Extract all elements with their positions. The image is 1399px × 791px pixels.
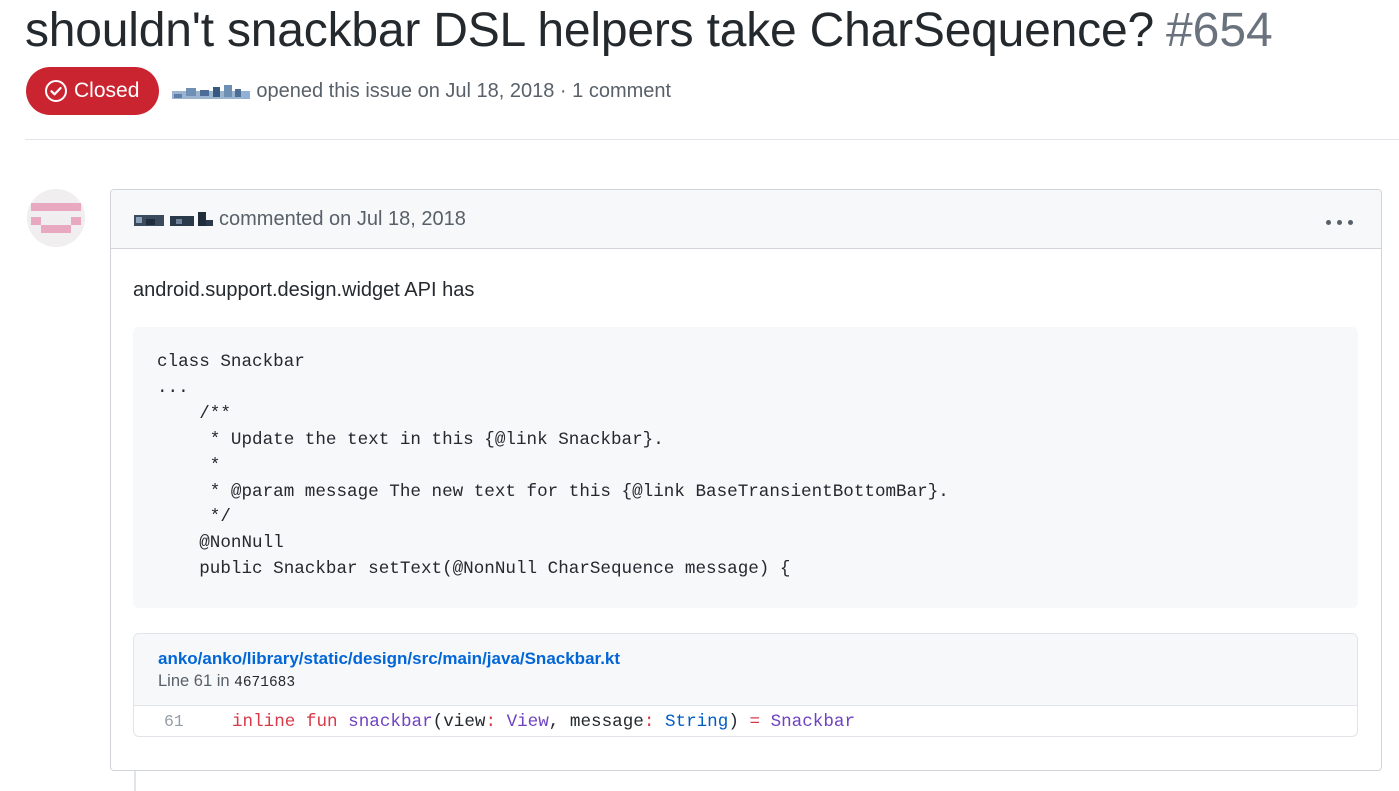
permalink-file-link[interactable]: anko/anko/library/static/design/src/main… (158, 648, 620, 670)
state-label: Closed (74, 79, 140, 102)
issue-number: #654 (1165, 4, 1273, 57)
code-line-content: inline fun snackbar(view: View, message:… (232, 711, 856, 732)
header-divider (25, 139, 1399, 140)
permalink-header: anko/anko/library/static/design/src/main… (134, 634, 1357, 706)
issue-title-row: shouldn't snackbar DSL helpers take Char… (25, 2, 1273, 60)
kebab-horizontal-icon (1326, 220, 1331, 225)
code-block: class Snackbar ... /** * Update the text… (133, 327, 1358, 608)
issue-meta-text: opened this issue on Jul 18, 2018 · 1 co… (256, 79, 672, 102)
commenter-username-redacted[interactable] (134, 212, 213, 226)
comment-body: android.support.design.widget API has cl… (133, 278, 1358, 737)
issue-meta: Closed opened this issue on Jul 18, 2018… (26, 67, 671, 115)
avatar[interactable] (27, 189, 85, 247)
comment-header: commented on Jul 18, 2018 (111, 190, 1381, 249)
permalink-code-line: 61 inline fun snackbar(view: View, messa… (134, 706, 1357, 737)
comment-box: commented on Jul 18, 2018 android.suppor… (110, 189, 1382, 771)
permalink-line-label: Line 61 in (158, 672, 230, 690)
issue-title: shouldn't snackbar DSL helpers take Char… (25, 4, 1154, 57)
comment-more-actions-button[interactable] (1325, 212, 1355, 228)
opener-username-redacted[interactable] (172, 85, 251, 99)
comment-meta: commented on Jul 18, 2018 (219, 207, 466, 230)
line-number[interactable]: 61 (134, 712, 232, 731)
state-badge-closed: Closed (26, 67, 160, 115)
code-permalink: anko/anko/library/static/design/src/main… (133, 633, 1358, 737)
permalink-subtitle: Line 61 in 4671683 (158, 670, 1357, 694)
code-content: class Snackbar ... /** * Update the text… (157, 352, 949, 580)
comment-text: android.support.design.widget API has (133, 279, 475, 301)
timeline-line (134, 771, 136, 791)
issue-closed-icon (45, 80, 67, 102)
permalink-commit-sha[interactable]: 4671683 (234, 675, 295, 691)
